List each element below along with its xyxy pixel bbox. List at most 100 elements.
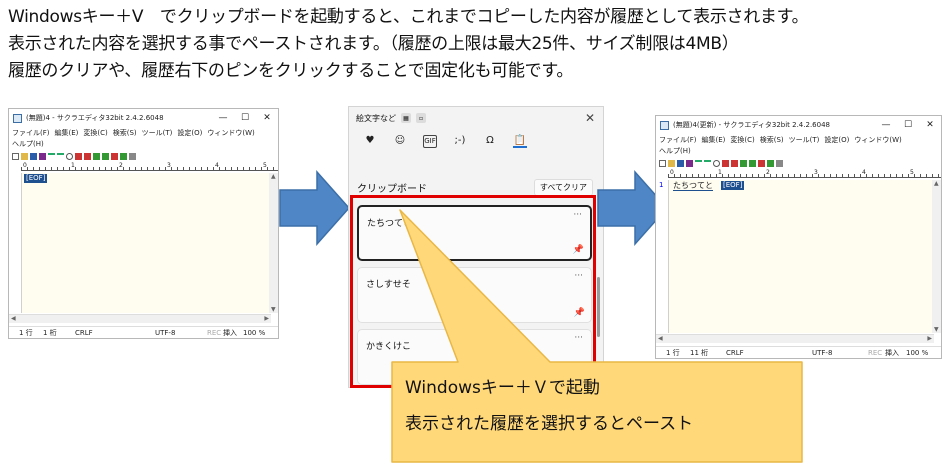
grep-icon[interactable] [740, 159, 747, 167]
clipboard-label: クリップボード [357, 184, 427, 195]
keyboard-icon[interactable]: ▫ [416, 113, 426, 123]
new-file-icon[interactable] [659, 159, 666, 167]
compare-icon[interactable] [111, 152, 118, 160]
clipboard-scrollbar[interactable] [597, 277, 600, 337]
status-zoom: 100 % [906, 348, 929, 357]
intro-line-1: Windowsキー＋V でクリップボードを起動すると、これまでコピーした内容が履… [8, 7, 809, 27]
minimize-icon[interactable]: — [875, 116, 897, 134]
smiley-icon[interactable]: ☺ [393, 135, 407, 148]
outline-icon[interactable] [120, 152, 127, 160]
clipboard-icon[interactable]: 📋 [513, 135, 527, 148]
maximize-icon[interactable]: ☐ [234, 109, 256, 127]
new-file-icon[interactable] [12, 152, 19, 160]
menu-window[interactable]: ウィンドウ(W) [207, 128, 254, 139]
window-title: (無題)4(更新) - サクラエディタ32bit 2.4.2.6048 [673, 121, 830, 129]
menu-file[interactable]: ファイル(F) [12, 128, 50, 139]
category-icons: ♥ ☺ GIF ;-) Ω 📋 [363, 135, 527, 148]
settings-icon[interactable] [129, 152, 136, 160]
highlight-frame [350, 195, 596, 388]
heart-icon[interactable]: ♥ [363, 135, 377, 148]
menu-window[interactable]: ウィンドウ(W) [854, 135, 901, 146]
save-icon[interactable] [677, 159, 684, 167]
open-file-icon[interactable] [668, 159, 675, 167]
menu-settings[interactable]: 設定(O) [177, 128, 202, 139]
status-line: 1 行 [19, 328, 33, 337]
save-icon[interactable] [30, 152, 37, 160]
callout-line-2: 表示された履歴を選択するとペースト [405, 414, 694, 434]
arrow-right-icon [279, 170, 351, 246]
menu-tools[interactable]: ツール(T) [142, 128, 173, 139]
toolbar [9, 150, 278, 162]
close-icon[interactable]: ✕ [585, 111, 595, 125]
pasted-text: たちつてと [673, 181, 713, 191]
menu-edit[interactable]: 編集(E) [55, 128, 79, 139]
status-encoding: UTF-8 [155, 328, 176, 337]
replace-icon[interactable] [102, 152, 109, 160]
settings-icon[interactable] [776, 159, 783, 167]
vertical-scrollbar[interactable]: ▲ ▼ [932, 180, 941, 333]
line-gutter: 1 [656, 180, 668, 333]
editor-titlebar[interactable]: (無題)4(更新) - サクラエディタ32bit 2.4.2.6048 — ☐ … [656, 116, 941, 134]
close-icon[interactable]: ✕ [919, 116, 941, 134]
search-icon[interactable] [713, 159, 720, 167]
open-file-icon[interactable] [21, 152, 28, 160]
search-prev-icon[interactable] [731, 159, 738, 167]
status-rec: REC [868, 348, 883, 357]
menu-tools[interactable]: ツール(T) [789, 135, 820, 146]
status-eol: CRLF [75, 328, 93, 337]
maximize-icon[interactable]: ☐ [897, 116, 919, 134]
ruler: 0 1 2 3 4 5 [668, 169, 941, 178]
menu-bar: ファイル(F) 編集(E) 変換(C) 検索(S) ツール(T) 設定(O) ウ… [656, 134, 941, 157]
search-next-icon[interactable] [75, 152, 82, 160]
status-column: 11 桁 [690, 348, 709, 357]
menu-bar: ファイル(F) 編集(E) 変換(C) 検索(S) ツール(T) 設定(O) ウ… [9, 127, 278, 150]
menu-edit[interactable]: 編集(E) [702, 135, 726, 146]
menu-help[interactable]: ヘルプ(H) [659, 146, 691, 157]
search-next-icon[interactable] [722, 159, 729, 167]
menu-settings[interactable]: 設定(O) [824, 135, 849, 146]
minimize-icon[interactable]: — [212, 109, 234, 127]
outline-icon[interactable] [767, 159, 774, 167]
compare-icon[interactable] [758, 159, 765, 167]
status-mode: 挿入 [885, 348, 899, 357]
redo-icon[interactable] [704, 159, 711, 167]
text-area[interactable]: たちつてと [EOF] [668, 180, 934, 333]
menu-help[interactable]: ヘルプ(H) [12, 139, 44, 150]
replace-icon[interactable] [749, 159, 756, 167]
menu-convert[interactable]: 変換(C) [730, 135, 754, 146]
status-mode: 挿入 [223, 328, 237, 337]
save-all-icon[interactable] [686, 159, 693, 167]
search-prev-icon[interactable] [84, 152, 91, 160]
line-gutter [9, 173, 21, 313]
editor-window-after: (無題)4(更新) - サクラエディタ32bit 2.4.2.6048 — ☐ … [655, 115, 942, 359]
gif-icon[interactable]: GIF [423, 135, 437, 148]
search-icon[interactable] [66, 152, 73, 160]
symbols-icon[interactable]: Ω [483, 135, 497, 148]
menu-file[interactable]: ファイル(F) [659, 135, 697, 146]
status-column: 1 桁 [43, 328, 57, 337]
vertical-scrollbar[interactable]: ▲ ▼ [269, 173, 278, 313]
grid-icon[interactable]: ▦ [401, 113, 411, 123]
clear-all-button[interactable]: すべてクリア [533, 179, 593, 196]
horizontal-scrollbar[interactable]: ◀ ▶ [656, 334, 934, 343]
toolbar [656, 157, 941, 169]
horizontal-scrollbar[interactable]: ◀ ▶ [9, 314, 271, 323]
status-line: 1 行 [666, 348, 680, 357]
text-area[interactable]: [EOF] [21, 173, 271, 313]
redo-icon[interactable] [57, 152, 64, 160]
undo-icon[interactable] [48, 152, 55, 160]
menu-search[interactable]: 検索(S) [760, 135, 784, 146]
kaomoji-icon[interactable]: ;-) [453, 135, 467, 148]
save-all-icon[interactable] [39, 152, 46, 160]
status-bar: 1 行 1 桁 CRLF UTF-8 REC 挿入 100 % [9, 326, 278, 338]
editor-titlebar[interactable]: (無題)4 - サクラエディタ32bit 2.4.2.6048 — ☐ ✕ [9, 109, 278, 127]
undo-icon[interactable] [695, 159, 702, 167]
clipboard-section-header: クリップボード すべてクリア [357, 179, 593, 196]
menu-search[interactable]: 検索(S) [113, 128, 137, 139]
grep-icon[interactable] [93, 152, 100, 160]
ruler: 0 1 2 3 4 5 [21, 162, 278, 171]
intro-line-3: 履歴のクリアや、履歴右下のピンをクリックすることで固定化も可能です。 [8, 61, 574, 81]
menu-convert[interactable]: 変換(C) [83, 128, 107, 139]
editor-window-before: (無題)4 - サクラエディタ32bit 2.4.2.6048 — ☐ ✕ ファ… [8, 108, 279, 339]
close-icon[interactable]: ✕ [256, 109, 278, 127]
